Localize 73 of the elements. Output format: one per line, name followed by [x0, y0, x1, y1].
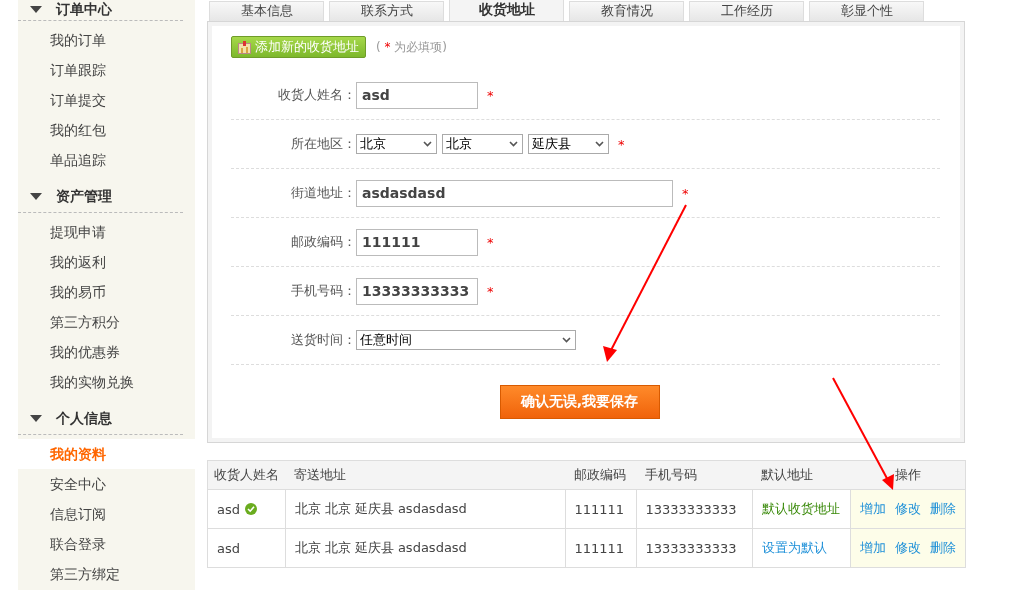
required-asterisk: * [682, 185, 689, 201]
field-label: 送货时间： [290, 331, 356, 349]
column-header: 手机号码 [636, 460, 752, 490]
field-label: 所在地区： [290, 135, 356, 153]
default-address-label: 默认收货地址 [761, 501, 840, 516]
tab[interactable]: 联系方式 [329, 1, 444, 21]
sidebar-item[interactable]: 提现申请 [18, 217, 195, 247]
action-link[interactable]: 删除 [929, 500, 956, 518]
chevron-down-icon [423, 141, 432, 147]
chevron-down-icon [562, 337, 571, 343]
sidebar-item[interactable]: 我的返利 [18, 247, 195, 277]
column-header: 邮政编码 [565, 460, 636, 490]
sidebar-item[interactable]: 安全中心 [18, 469, 195, 499]
required-asterisk: * [487, 283, 494, 299]
table-cell: 北京 北京 延庆县 asdasdasd [285, 528, 565, 568]
sidebar-item[interactable]: 联合登录 [18, 529, 195, 559]
text-input[interactable]: 13333333333 [356, 277, 478, 305]
tab[interactable]: 工作经历 [689, 1, 804, 21]
table-cell: 13333333333 [636, 528, 752, 568]
table-cell: 111111 [565, 489, 636, 529]
table-cell: 13333333333 [636, 489, 752, 529]
chevron-down-icon [595, 141, 604, 147]
tab[interactable]: 基本信息 [209, 1, 324, 21]
sidebar-item[interactable]: 订单跟踪 [18, 55, 195, 85]
sidebar-item[interactable]: 单品追踪 [18, 145, 195, 175]
table-cell: 北京 北京 延庆县 asdasdasd [285, 489, 565, 529]
chart-pin-icon [238, 40, 251, 54]
column-header: 寄送地址 [285, 460, 565, 490]
tab[interactable]: 收货地址 [449, 0, 564, 21]
collapse-triangle-icon[interactable] [30, 414, 42, 423]
column-header: 操作 [850, 460, 966, 490]
action-link[interactable]: 修改 [894, 539, 921, 557]
action-link[interactable]: 增加 [859, 539, 886, 557]
field-label: 邮政编码： [290, 233, 356, 251]
sidebar-item[interactable]: 我的优惠券 [18, 337, 195, 367]
name-cell: asd [207, 528, 285, 568]
required-asterisk: * [618, 136, 625, 152]
region-dropdown[interactable]: 延庆县 [528, 134, 609, 154]
collapse-triangle-icon[interactable] [30, 6, 42, 14]
text-input[interactable]: 111111 [356, 228, 478, 256]
sidebar-item[interactable]: 我的实物兑换 [18, 367, 195, 397]
sidebar-item[interactable]: 我的订单 [18, 25, 195, 55]
sidebar-item[interactable]: 订单提交 [18, 85, 195, 115]
action-link[interactable]: 删除 [929, 539, 956, 557]
required-asterisk: * [487, 87, 494, 103]
name-cell: asd [207, 489, 285, 529]
field-label: 收货人姓名： [277, 86, 356, 104]
table-cell: 111111 [565, 528, 636, 568]
region-dropdown[interactable]: 北京 [442, 134, 523, 154]
text-input[interactable]: asd [356, 81, 478, 109]
field-label: 街道地址： [290, 184, 356, 202]
sidebar-section-title: 资产管理 [56, 187, 112, 206]
column-header: 收货人姓名 [207, 460, 285, 490]
tab[interactable]: 教育情况 [569, 1, 684, 21]
sidebar-section-title: 订单中心 [56, 1, 112, 19]
required-note: ( * 为必填项) [376, 38, 447, 56]
tab[interactable]: 彰显个性 [809, 1, 924, 21]
column-header: 默认地址 [752, 460, 850, 490]
action-link[interactable]: 修改 [894, 500, 921, 518]
sidebar-item[interactable]: 我的易币 [18, 277, 195, 307]
sidebar-item[interactable]: 第三方绑定 [18, 559, 195, 589]
field-label: 手机号码： [290, 282, 356, 300]
delivery-time-dropdown[interactable]: 任意时间 [356, 330, 576, 350]
sidebar-section-title: 个人信息 [56, 409, 112, 428]
sidebar-item[interactable]: 信息订阅 [18, 499, 195, 529]
region-dropdown[interactable]: 北京 [356, 134, 437, 154]
action-link[interactable]: 增加 [859, 500, 886, 518]
collapse-triangle-icon[interactable] [30, 192, 42, 201]
required-asterisk: * [487, 234, 494, 250]
chevron-down-icon [509, 141, 518, 147]
sidebar-item[interactable]: 第三方积分 [18, 307, 195, 337]
text-input[interactable]: asdasdasd [356, 179, 673, 207]
sidebar-item[interactable]: 我的红包 [18, 115, 195, 145]
